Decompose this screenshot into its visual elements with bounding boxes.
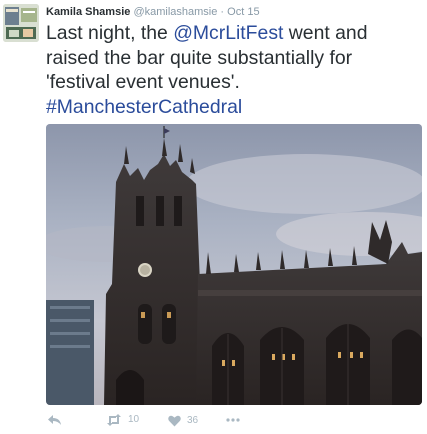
tweet-text: Last night, the @McrLitFest went and rai… xyxy=(46,21,421,119)
retweet-button[interactable]: 10 xyxy=(106,414,139,426)
like-button[interactable]: 36 xyxy=(168,415,198,427)
tweet-card: Kamila Shamsie @kamilashamsie · Oct 15 L… xyxy=(0,0,427,434)
ellipsis-icon xyxy=(226,418,240,422)
tweet-header: Kamila Shamsie @kamilashamsie · Oct 15 xyxy=(46,6,260,19)
author-name[interactable]: Kamila Shamsie xyxy=(46,6,130,18)
mention-link[interactable]: @McrLitFest xyxy=(173,22,283,44)
tweet-photo[interactable] xyxy=(46,124,422,405)
like-count: 36 xyxy=(187,415,199,426)
heart-icon xyxy=(168,415,181,427)
hashtag-link[interactable]: #ManchesterCathedral xyxy=(46,96,242,118)
tweet-actions: 10 36 xyxy=(46,412,422,430)
tweet-date[interactable]: Oct 15 xyxy=(227,6,259,18)
tweet-text-part1: Last night, the xyxy=(46,22,174,44)
retweet-icon xyxy=(106,414,122,426)
reply-button[interactable] xyxy=(48,415,62,426)
separator-dot: · xyxy=(220,6,225,18)
reply-arrow-icon xyxy=(48,415,62,426)
author-handle[interactable]: @kamilashamsie xyxy=(133,6,217,18)
retweet-count: 10 xyxy=(128,414,140,425)
more-button[interactable] xyxy=(226,418,240,422)
avatar[interactable] xyxy=(3,4,39,42)
